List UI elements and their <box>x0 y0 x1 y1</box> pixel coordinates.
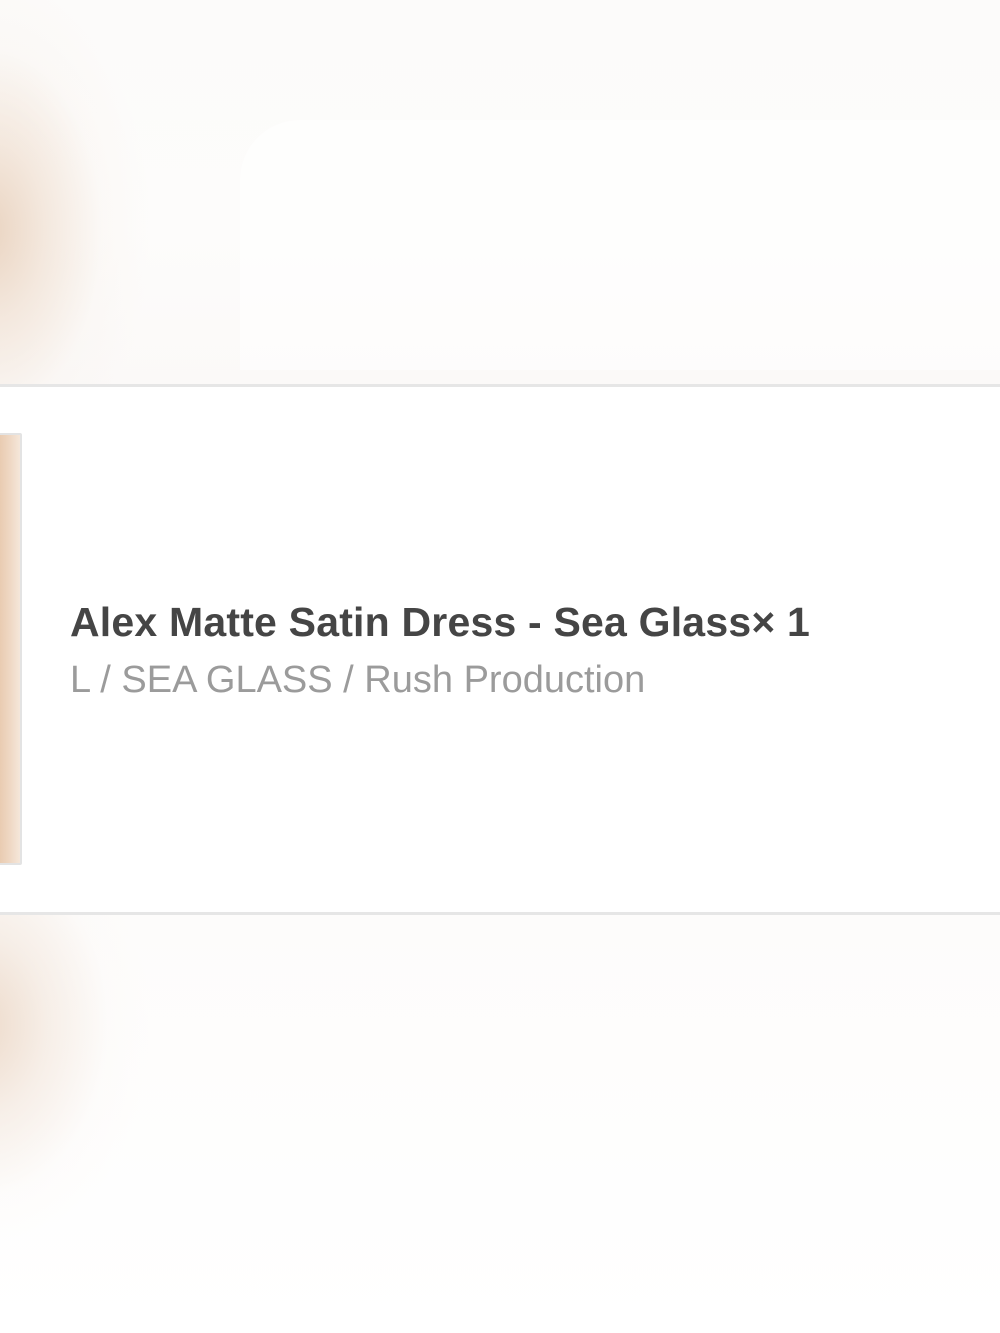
previous-item-image <box>0 0 1000 384</box>
cart-line-item[interactable]: Alex Matte Satin Dress - Sea Glass× 1 L … <box>0 387 1000 912</box>
image-highlight <box>240 120 1000 370</box>
product-thumbnail[interactable] <box>0 433 22 865</box>
order-item-view: Alex Matte Satin Dress - Sea Glass× 1 L … <box>0 0 1000 1333</box>
product-variant: L / SEA GLASS / Rush Production <box>70 659 646 701</box>
next-item-image <box>0 915 1000 1333</box>
product-title: Alex Matte Satin Dress - Sea Glass× 1 <box>70 599 811 645</box>
